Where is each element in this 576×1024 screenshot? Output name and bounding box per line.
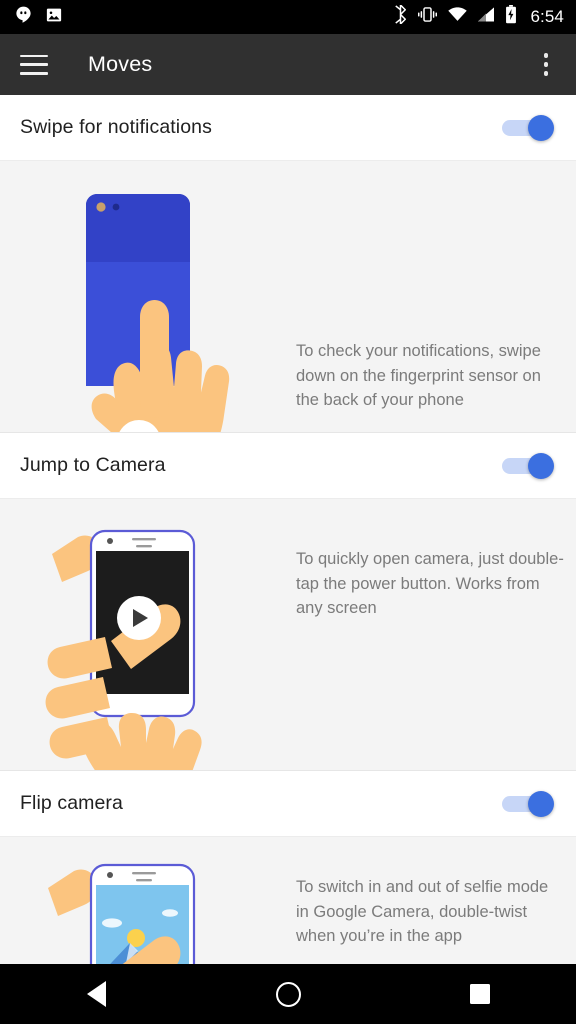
- recents-icon: [470, 984, 490, 1004]
- app-bar: Moves: [0, 34, 576, 95]
- home-button[interactable]: [192, 981, 384, 1007]
- hamburger-menu-icon[interactable]: [20, 54, 48, 75]
- hangouts-icon: [14, 5, 33, 29]
- setting-row-swipe-for-notifications[interactable]: Swipe for notifications: [0, 95, 576, 161]
- hand-holding-phone-illustration: [45, 529, 202, 770]
- system-icons: 6:54: [394, 4, 565, 29]
- setting-row-flip-camera[interactable]: Flip camera: [0, 771, 576, 837]
- toggle-thumb: [528, 790, 554, 817]
- toggle-flip-camera[interactable]: [502, 789, 554, 819]
- back-button[interactable]: [0, 981, 192, 1007]
- setting-row-jump-to-camera[interactable]: Jump to Camera: [0, 433, 576, 499]
- home-icon: [275, 981, 301, 1007]
- illustration-panel-swipe-for-notifications: To check your notifications, swipe down …: [0, 161, 576, 433]
- recents-button[interactable]: [384, 984, 576, 1004]
- phone-back-fingerprint-swipe-illustration: [86, 194, 230, 432]
- setting-label: Swipe for notifications: [20, 116, 212, 138]
- toggle-swipe-for-notifications[interactable]: [502, 113, 554, 143]
- toggle-thumb: [528, 452, 554, 479]
- wifi-icon: [447, 7, 467, 27]
- status-bar: 6:54: [0, 0, 576, 34]
- toggle-jump-to-camera[interactable]: [502, 451, 554, 481]
- battery-charging-icon: [505, 5, 517, 29]
- setting-description: To check your notifications, swipe down …: [296, 342, 541, 409]
- setting-label: Flip camera: [20, 792, 123, 814]
- toggle-thumb: [528, 114, 554, 141]
- photo-icon: [45, 6, 63, 29]
- illustration-panel-jump-to-camera: To quickly open camera, just double-tap …: [0, 499, 576, 771]
- overflow-menu-icon[interactable]: [534, 52, 558, 78]
- phone-screen: 6:54 Moves Swipe for notifications To ch…: [0, 0, 576, 1024]
- vibrate-icon: [417, 6, 438, 28]
- setting-description: To switch in and out of selfie mode in G…: [296, 878, 549, 945]
- notification-icons: [14, 5, 63, 29]
- status-bar-clock: 6:54: [530, 7, 564, 26]
- setting-description: To quickly open camera, just double-tap …: [296, 550, 564, 617]
- signal-icon: [477, 7, 495, 27]
- navigation-bar: [0, 964, 576, 1024]
- page-title: Moves: [88, 52, 153, 76]
- back-icon: [86, 981, 106, 1007]
- setting-label: Jump to Camera: [20, 454, 166, 476]
- bluetooth-icon: [394, 4, 407, 29]
